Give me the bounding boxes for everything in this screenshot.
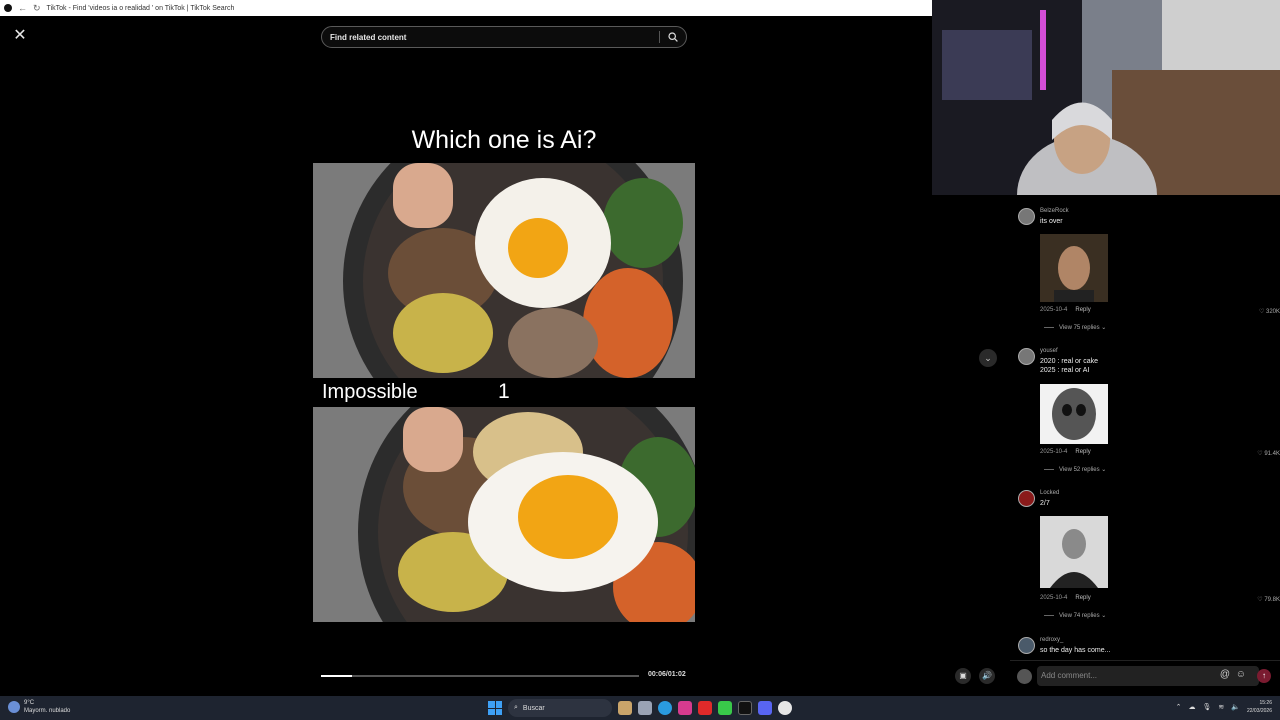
weather-temperature: 9°C xyxy=(24,700,35,706)
taskbar: 9°C Mayorm. nublado ⌕ Buscar ⌃ ☁ 🎙 ≋ 🔈 1… xyxy=(0,696,1280,720)
video-frame-bottom xyxy=(313,407,695,622)
reload-icon[interactable]: ↻ xyxy=(33,3,41,14)
avatar xyxy=(1017,669,1032,684)
clock-date: 22/03/2026 xyxy=(1246,708,1272,714)
speaker-icon[interactable]: 🔈 xyxy=(1231,703,1240,711)
taskbar-search-label: Buscar xyxy=(522,704,545,712)
mic-icon[interactable]: 🎙 xyxy=(1202,703,1211,711)
view-replies-button[interactable]: View 74 replies ⌄ xyxy=(1044,612,1106,619)
youtube-icon[interactable] xyxy=(698,701,712,715)
like-count-value: 79.8K xyxy=(1264,597,1280,603)
comment-text-line: 2025 : real or AI xyxy=(1040,367,1090,374)
video-frame-top xyxy=(313,163,695,378)
taskbar-search[interactable]: ⌕ Buscar xyxy=(508,699,612,717)
view-replies-button[interactable]: View 52 replies ⌄ xyxy=(1044,466,1106,473)
comment-username[interactable]: redroxy_ xyxy=(1040,637,1063,643)
view-replies-button[interactable]: View 75 replies ⌄ xyxy=(1044,324,1106,331)
webcam-overlay xyxy=(932,0,1280,195)
weather-widget[interactable]: 9°C Mayorm. nublado xyxy=(8,699,70,715)
comment-image[interactable] xyxy=(1040,234,1108,302)
search-icon[interactable] xyxy=(668,32,678,42)
mention-icon[interactable]: @ xyxy=(1220,669,1230,680)
chevron-down-icon[interactable]: ⌄ xyxy=(979,349,997,367)
comment-username[interactable]: Locked xyxy=(1040,490,1059,496)
search-divider xyxy=(659,31,660,43)
webcam-image xyxy=(932,0,1280,195)
weather-icon xyxy=(8,701,20,713)
comment-date: 2025-10-4 xyxy=(1040,595,1068,601)
edge-icon[interactable] xyxy=(658,701,672,715)
like-count[interactable]: ♡ 320K xyxy=(1259,308,1280,315)
comment-date: 2025-10-4 xyxy=(1040,449,1068,455)
comment-text-line: 2020 : real or cake xyxy=(1040,358,1098,365)
send-icon[interactable]: ↑ xyxy=(1257,669,1271,683)
kick-icon[interactable] xyxy=(718,701,732,715)
emoji-icon[interactable]: ☺ xyxy=(1236,669,1246,680)
like-count-value: 91.4K xyxy=(1264,451,1280,457)
reply-button[interactable]: Reply xyxy=(1075,307,1090,313)
comment-text: its over xyxy=(1040,218,1063,225)
pip-icon[interactable]: ▣ xyxy=(955,668,971,684)
avatar[interactable] xyxy=(1018,348,1035,365)
reply-button[interactable]: Reply xyxy=(1075,449,1090,455)
chevron-up-icon[interactable]: ⌃ xyxy=(1176,703,1182,711)
video-headline: Which one is Ai? xyxy=(411,126,597,154)
clock[interactable]: 15:26 22/03/2026 xyxy=(1247,699,1272,715)
close-icon[interactable]: ✕ xyxy=(11,27,29,45)
view-replies-label: View 75 replies xyxy=(1059,325,1100,331)
comment-username[interactable]: yousef xyxy=(1040,348,1058,354)
overlay-number: 1 xyxy=(498,380,510,403)
wifi-icon[interactable]: ≋ xyxy=(1218,703,1224,711)
tab-title: TikTok - Find 'videos ia o realidad ' on… xyxy=(46,4,235,12)
search-input[interactable]: Find related content xyxy=(321,26,687,48)
chrome-icon[interactable] xyxy=(778,701,792,715)
volume-icon[interactable]: 🔊 xyxy=(979,668,995,684)
comment-date: 2025-10-4 xyxy=(1040,307,1068,313)
bibimbap-image-top xyxy=(313,163,695,378)
search-icon: ⌕ xyxy=(514,704,518,711)
comment-meta: 2025-10-4 Reply xyxy=(1040,595,1091,601)
comment-text: 2/7 xyxy=(1040,500,1050,507)
comment-text: 2020 : real or cake 2025 : real or AI xyxy=(1040,357,1098,375)
instagram-icon[interactable] xyxy=(678,701,692,715)
comment-image[interactable] xyxy=(1040,516,1108,588)
avatar[interactable] xyxy=(1018,637,1035,654)
overlay-label: Impossible xyxy=(322,381,418,403)
video-time: 00:06/01:02 xyxy=(648,671,686,678)
tiktok-icon[interactable] xyxy=(738,701,752,715)
like-count-value: 320K xyxy=(1265,309,1280,315)
search-placeholder: Find related content xyxy=(330,32,407,42)
like-count[interactable]: ♡ 91.4K xyxy=(1257,450,1280,457)
widgets-icon[interactable] xyxy=(618,701,632,715)
windows-start-icon[interactable] xyxy=(488,701,502,715)
view-replies-label: View 52 replies xyxy=(1059,467,1100,473)
video-progress-bar[interactable] xyxy=(321,675,639,677)
file-explorer-icon[interactable] xyxy=(638,701,652,715)
video-progress-fill xyxy=(321,675,352,677)
browser-titlebar: ← ↻ TikTok - Find 'videos ia o realidad … xyxy=(0,0,932,16)
comment-image[interactable] xyxy=(1040,384,1108,444)
weather-text: Mayorm. nublado xyxy=(24,708,71,714)
comment-compose: Add comment... @ ☺ ↑ xyxy=(1010,660,1280,696)
avatar[interactable] xyxy=(1018,490,1035,507)
clock-time: 15:26 xyxy=(1259,700,1272,706)
bibimbap-image-bottom xyxy=(313,407,695,622)
system-tray: ⌃ ☁ 🎙 ≋ 🔈 15:26 22/03/2026 xyxy=(1176,699,1272,715)
comment-meta: 2025-10-4 Reply xyxy=(1040,449,1091,455)
cloud-icon[interactable]: ☁ xyxy=(1188,703,1195,711)
tiktok-favicon-icon xyxy=(4,4,12,12)
discord-icon[interactable] xyxy=(758,701,772,715)
taskbar-apps: ⌕ Buscar xyxy=(488,699,792,717)
comment-text: so the day has come... xyxy=(1040,647,1111,654)
avatar[interactable] xyxy=(1018,208,1035,225)
comment-meta: 2025-10-4 Reply xyxy=(1040,307,1091,313)
like-count[interactable]: ♡ 79.8K xyxy=(1257,596,1280,603)
back-icon[interactable]: ← xyxy=(18,3,27,13)
comment-username[interactable]: BelzeRock xyxy=(1040,208,1069,214)
view-replies-label: View 74 replies xyxy=(1059,613,1100,619)
reply-button[interactable]: Reply xyxy=(1075,595,1090,601)
